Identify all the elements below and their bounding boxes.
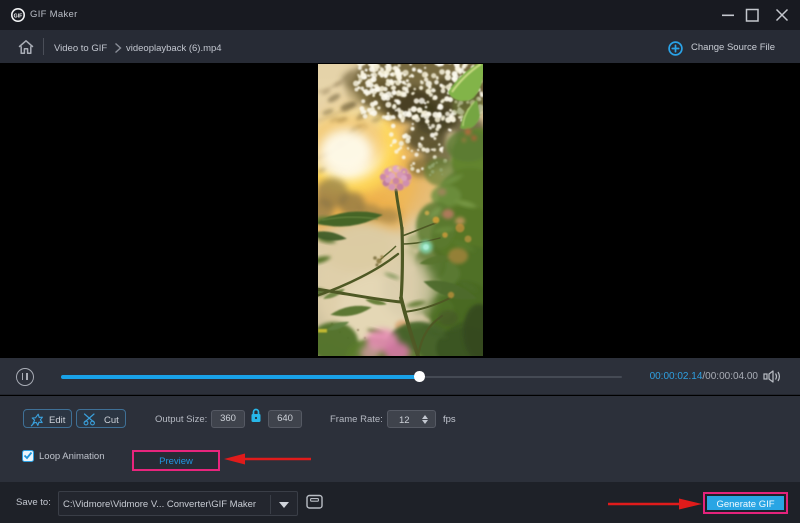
svg-text:GIF: GIF bbox=[14, 13, 23, 19]
